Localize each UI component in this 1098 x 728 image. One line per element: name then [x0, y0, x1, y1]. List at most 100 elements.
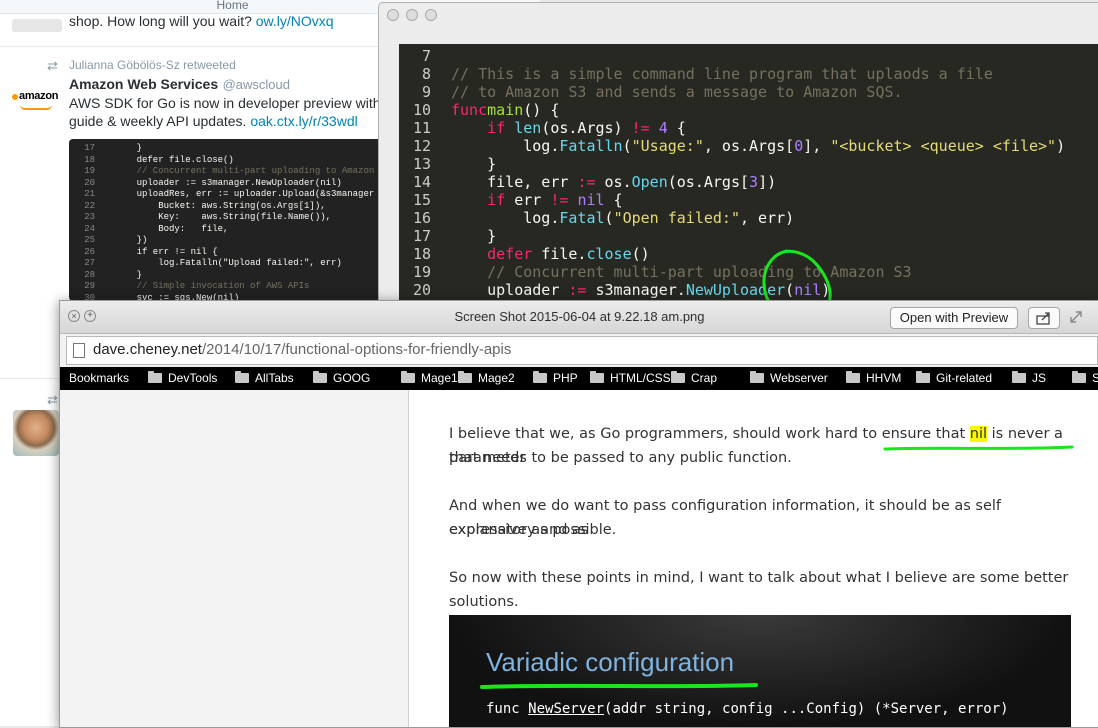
slide-code-func: func — [486, 701, 529, 717]
bookmark-alltabs[interactable]: AllTabs — [235, 370, 294, 387]
tweet-code-text: Body: file, — [115, 223, 229, 234]
partial-tweet-text: shop. How long will you wait? — [69, 13, 252, 29]
open-with-preview-button[interactable]: Open with Preview — [890, 307, 1018, 329]
code-token: } — [451, 227, 497, 245]
amazon-avatar[interactable]: amazon — [12, 88, 60, 118]
tweet-author-row: Amazon Web Services @awscloud — [69, 76, 290, 94]
bookmark-git-related[interactable]: Git-related — [916, 370, 992, 387]
code-token: close — [586, 245, 632, 263]
bookmark-js[interactable]: JS — [1012, 370, 1046, 387]
code-token: err — [505, 191, 551, 209]
bookmark-hhvm[interactable]: HHVM — [846, 370, 901, 387]
tweet-code-image[interactable]: 17 } 18 defer file.close() 19 // Concurren… — [69, 139, 389, 301]
tweet-link[interactable]: oak.ctx.ly/r/33wdl — [250, 113, 357, 129]
code-line-number: 14 — [412, 173, 431, 191]
folder-icon — [401, 371, 415, 383]
code-line: 7 — [399, 47, 451, 65]
folder-icon — [1072, 371, 1086, 383]
tweet-code-line: 25 }) — [69, 235, 147, 247]
minimize-window-button[interactable] — [406, 9, 418, 21]
bookmark-goog[interactable]: GOOG — [313, 370, 370, 387]
amazon-logo-text: amazon — [19, 90, 59, 102]
nil-highlight: nil — [969, 426, 988, 442]
tweet-code-line: 24 Body: file, — [69, 224, 228, 236]
share-icon[interactable] — [1028, 307, 1060, 329]
bookmark-mage2[interactable]: Mage2 — [458, 370, 515, 387]
code-token: ], — [803, 137, 831, 155]
bookmark-label: Bookmarks — [69, 371, 130, 385]
bookmark-crap[interactable]: Crap — [671, 370, 717, 387]
page-icon — [73, 343, 85, 358]
code-token: := — [568, 281, 587, 299]
code-token: () { — [523, 101, 560, 119]
code-preview-window: 7 8 // This is a simple command line progr… — [378, 2, 1098, 304]
user-avatar[interactable] — [13, 410, 59, 456]
tweet-text-line2: guide & weekly API updates. oak.ctx.ly/r… — [69, 112, 358, 130]
folder-icon — [313, 371, 327, 383]
expand-icon[interactable] — [1068, 309, 1084, 325]
code-line: 16 log.Fatal("Open failed:", err) — [399, 209, 794, 227]
amazon-smile-icon — [20, 105, 52, 110]
url-input[interactable]: dave.cheney.net/2014/10/17/functional-op… — [66, 336, 1098, 365]
code-token: s3manager. — [586, 281, 686, 299]
zoom-window-button[interactable] — [425, 9, 437, 21]
code-line-number: 20 — [412, 281, 431, 299]
folder-icon — [590, 371, 604, 383]
bookmark-devtools[interactable]: DevTools — [148, 370, 217, 387]
tweet-code-line-number: 24 — [84, 223, 95, 234]
bookmark-bookmarks[interactable]: Bookmarks — [69, 370, 129, 387]
folder-icon — [458, 371, 472, 383]
bookmark-php[interactable]: PHP — [533, 370, 578, 387]
quicklook-titlebar: × + Screen Shot 2015-06-04 at 9.22.18 am… — [60, 301, 1098, 334]
code-editor: 7 8 // This is a simple command line progr… — [399, 44, 1098, 303]
bookmark-webserver[interactable]: Webserver — [750, 370, 828, 387]
code-line: 14 file, err := os.Open(os.Args[3]) — [399, 173, 776, 191]
code-token: 0 — [794, 137, 804, 155]
bookmarks-bar: Bookmarks DevTools AllTabs GOOG Mage1 Mage2 PH… — [60, 367, 1098, 390]
tweet-code-line: 28 } — [69, 270, 142, 282]
code-line-number: 19 — [412, 263, 431, 281]
bookmark-label: Crap — [691, 371, 718, 385]
bookmark-label: DevTools — [168, 371, 218, 385]
bookmark-sc[interactable]: Sc — [1072, 370, 1098, 387]
bookmark-label: JS — [1032, 371, 1047, 385]
tweet-code-text: Key: aws.String(file.Name()), — [115, 212, 332, 222]
bookmark-label: PHP — [553, 371, 578, 385]
close-window-button[interactable] — [387, 9, 399, 21]
folder-icon — [916, 371, 930, 383]
bookmark-label: Mage1 — [421, 371, 458, 385]
bookmark-mage1[interactable]: Mage1 — [401, 370, 458, 387]
slide-image: Variadic configuration func NewServer(ad… — [449, 615, 1071, 727]
code-token: != — [631, 119, 650, 137]
folder-icon — [235, 371, 249, 383]
folder-icon — [1012, 371, 1026, 383]
code-token: "<bucket> <queue> <file>" — [830, 137, 1057, 155]
code-line: 8 // This is a simple command line progra… — [399, 65, 993, 83]
green-circle-annotation — [762, 249, 832, 303]
slide-code: func NewServer(addr string, config ...Co… — [486, 701, 1009, 717]
slide-code-name: NewServer — [528, 701, 605, 717]
previous-tweet-image — [12, 19, 62, 32]
code-token: ( — [622, 137, 632, 155]
bookmark-label: HHVM — [866, 371, 902, 385]
tweet-code-line-number: 19 — [84, 166, 95, 176]
code-token: defer — [487, 245, 533, 263]
tweet-code-line-number: 28 — [84, 269, 95, 280]
blog-sidebar — [60, 390, 409, 727]
retweet-note: Julianna Göbölös-Sz retweeted — [69, 58, 236, 72]
code-line: 17 } — [399, 227, 496, 245]
tweet-code-text: log.Fatalln("Upload failed:", err) — [115, 258, 342, 268]
bookmark-label: Sc — [1092, 371, 1098, 385]
tweet-author-handle[interactable]: @awscloud — [223, 77, 290, 92]
code-line-number: 11 — [412, 119, 431, 137]
partial-tweet-link[interactable]: ow.ly/NOvxq — [256, 13, 334, 29]
code-token: () — [631, 245, 650, 263]
bookmark-label: Mage2 — [478, 371, 515, 385]
tweet-author-name[interactable]: Amazon Web Services — [69, 76, 218, 92]
bookmark-html-css[interactable]: HTML/CSS — [590, 370, 671, 387]
code-token: "Open failed:" — [613, 209, 740, 227]
tweet-code-text: if err != nil { — [115, 246, 218, 257]
code-line-number: 8 — [421, 65, 431, 83]
